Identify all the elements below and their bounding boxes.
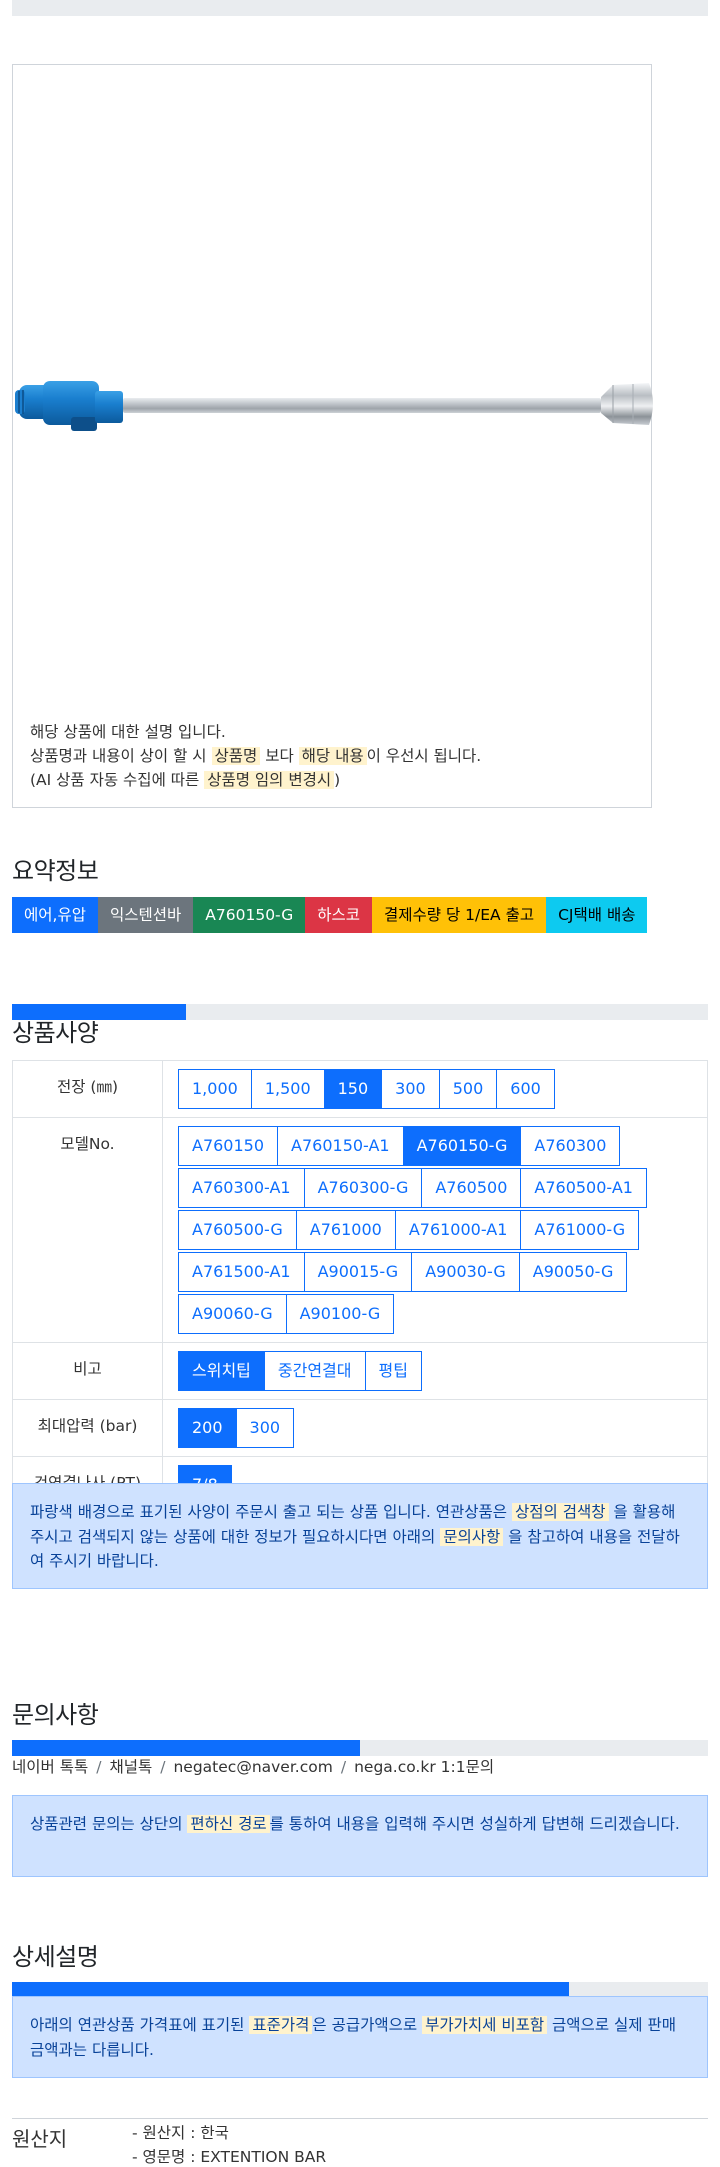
description-line: 해당 상품에 대한 설명 입니다. bbox=[30, 723, 226, 741]
highlight: 상점의 검색창 bbox=[512, 1503, 609, 1521]
spec-option-button[interactable]: A90100-G bbox=[285, 1294, 395, 1334]
spec-progress-bar bbox=[12, 1004, 708, 1020]
inquiry-link[interactable]: negatec@naver.com bbox=[173, 1758, 332, 1776]
spec-label: 전장 (㎜) bbox=[12, 1060, 163, 1118]
spec-option-button[interactable]: A760150-A1 bbox=[277, 1126, 404, 1166]
highlight: 문의사항 bbox=[440, 1527, 504, 1546]
top-bar bbox=[12, 0, 708, 16]
spec-options: A760150 A760150-A1 A760150-G A760300 A760300… bbox=[162, 1117, 708, 1343]
inquiry-links: 네이버 톡톡 / 채널톡 / negatec@naver.com / nega.co.kr … bbox=[12, 1755, 494, 1777]
product-description: 해당 상품에 대한 설명 입니다. 상품명과 내용이 상이 할 시 상품명 보다… bbox=[30, 720, 640, 792]
description-line: 상품명과 내용이 상이 할 시 상품명 보다 해당 내용 이 우선시 됩니다. bbox=[30, 747, 482, 765]
detail-title: 상세설명 bbox=[12, 1943, 99, 1971]
breadcrumb-separator: / bbox=[160, 1758, 166, 1776]
spec-option-button[interactable]: A761000-G bbox=[520, 1210, 640, 1250]
spec-option-button[interactable]: A760300-G bbox=[303, 1168, 423, 1208]
summary-title: 요약정보 bbox=[12, 857, 99, 885]
spec-notice: 파랑색 배경으로 표기된 사양이 주문시 출고 되는 상품 입니다. 연관상품은… bbox=[12, 1483, 708, 1589]
summary-badge: A760150-G bbox=[193, 897, 306, 933]
summary-badge: 하스코 bbox=[305, 897, 373, 933]
spec-option-button[interactable]: A90060-G bbox=[178, 1294, 287, 1334]
spec-option-button[interactable]: A761000-A1 bbox=[394, 1210, 522, 1250]
spec-option-button[interactable]: 중간연결대 bbox=[263, 1351, 366, 1391]
product-card: 해당 상품에 대한 설명 입니다. 상품명과 내용이 상이 할 시 상품명 보다… bbox=[12, 64, 653, 808]
spec-option-button[interactable]: A761500-A1 bbox=[178, 1252, 305, 1292]
spec-row: 최대압력 (bar) 200 300 bbox=[12, 1399, 708, 1457]
spec-option-button[interactable]: A90030-G bbox=[411, 1252, 520, 1292]
spec-option-button[interactable]: 1,000 bbox=[178, 1069, 252, 1109]
inquiry-link[interactable]: nega.co.kr 1:1문의 bbox=[354, 1758, 494, 1776]
spec-option-button[interactable]: 300 bbox=[381, 1069, 440, 1109]
highlight: 상품명 임의 변경시 bbox=[204, 771, 335, 789]
summary-badge: 익스텐션바 bbox=[97, 897, 194, 933]
breadcrumb-separator: / bbox=[96, 1758, 102, 1776]
spec-row: 전장 (㎜) 1,000 1,500 150 300 500 600 bbox=[12, 1060, 708, 1118]
spec-option-button[interactable]: A760150-G bbox=[402, 1126, 522, 1166]
spec-label: 모델No. bbox=[12, 1117, 163, 1343]
spec-option-button[interactable]: A760150 bbox=[178, 1126, 279, 1166]
spec-label: 비고 bbox=[12, 1342, 163, 1400]
spec-option-button[interactable]: 600 bbox=[496, 1069, 555, 1109]
product-image bbox=[15, 381, 653, 431]
spec-row: 비고 스위치팁 중간연결대 평팁 bbox=[12, 1342, 708, 1400]
summary-badges: 에어,유압 익스텐션바 A760150-G 하스코 결제수량 당 1/EA 출고 CJ택배… bbox=[12, 897, 648, 933]
summary-badge: 에어,유압 bbox=[12, 897, 98, 933]
origin-label: 원산지 bbox=[12, 2127, 68, 2151]
origin-line: - 원산지 : 한국 bbox=[132, 2124, 229, 2142]
spec-option-button[interactable]: A760300-A1 bbox=[178, 1168, 305, 1208]
spec-table: 전장 (㎜) 1,000 1,500 150 300 500 600 모델No. A760150… bbox=[12, 1060, 708, 1514]
origin-lines: - 원산지 : 한국 - 영문명 : EXTENTION BAR bbox=[132, 2121, 326, 2167]
spec-option-button[interactable]: 1,500 bbox=[250, 1069, 325, 1109]
summary-badge: CJ택배 배송 bbox=[546, 897, 648, 933]
spec-option-button[interactable]: A760300 bbox=[520, 1126, 621, 1166]
spec-option-button[interactable]: 스위치팁 bbox=[178, 1351, 265, 1391]
inquiry-notice: 상품관련 문의는 상단의 편하신 경로 를 통하여 내용을 입력해 주시면 성실하… bbox=[12, 1795, 708, 1877]
inquiry-progress-bar bbox=[12, 1740, 708, 1756]
highlight: 상품명 bbox=[211, 747, 261, 765]
spec-option-button[interactable]: A760500-A1 bbox=[520, 1168, 647, 1208]
spec-options: 스위치팁 중간연결대 평팁 bbox=[162, 1342, 708, 1400]
spec-option-button[interactable]: 150 bbox=[323, 1069, 383, 1109]
inquiry-title: 문의사항 bbox=[12, 1701, 99, 1729]
summary-badge: 결제수량 당 1/EA 출고 bbox=[372, 897, 547, 933]
spec-option-button[interactable]: 200 bbox=[178, 1408, 237, 1448]
highlight: 해당 내용 bbox=[298, 747, 367, 765]
description-line: (AI 상품 자동 수집에 따른 상품명 임의 변경시) bbox=[30, 771, 341, 789]
spec-options: 200 300 bbox=[162, 1399, 708, 1457]
highlight: 부가가치세 비포함 bbox=[422, 2016, 548, 2034]
spec-option-button[interactable]: 평팁 bbox=[364, 1351, 422, 1391]
spec-options: 1,000 1,500 150 300 500 600 bbox=[162, 1060, 708, 1118]
inquiry-progress-fill bbox=[12, 1740, 360, 1756]
inquiry-link[interactable]: 채널톡 bbox=[109, 1758, 152, 1776]
inquiry-link[interactable]: 네이버 톡톡 bbox=[12, 1758, 88, 1776]
spec-row: 모델No. A760150 A760150-A1 A760150-G A760300 A7… bbox=[12, 1117, 708, 1343]
spec-option-button[interactable]: A760500 bbox=[421, 1168, 522, 1208]
spec-label: 최대압력 (bar) bbox=[12, 1399, 163, 1457]
spec-option-button[interactable]: A90015-G bbox=[303, 1252, 413, 1292]
breadcrumb-separator: / bbox=[340, 1758, 347, 1776]
spec-option-button[interactable]: A761000 bbox=[295, 1210, 396, 1250]
origin-row: 원산지 - 원산지 : 한국 - 영문명 : EXTENTION BAR bbox=[12, 2118, 708, 2166]
highlight: 표준가격 bbox=[249, 2016, 313, 2034]
origin-line: - 영문명 : EXTENTION BAR bbox=[132, 2148, 327, 2166]
spec-option-button[interactable]: 300 bbox=[235, 1408, 295, 1448]
spec-option-button[interactable]: A90050-G bbox=[518, 1252, 628, 1292]
spec-option-button[interactable]: A760500-G bbox=[178, 1210, 297, 1250]
highlight: 편하신 경로 bbox=[187, 1815, 270, 1833]
spec-title: 상품사양 bbox=[12, 1019, 99, 1047]
detail-notice: 아래의 연관상품 가격표에 표기된 표준가격 은 공급가액으로 부가가치세 비포함… bbox=[12, 1996, 708, 2078]
spec-option-button[interactable]: 500 bbox=[438, 1069, 498, 1109]
